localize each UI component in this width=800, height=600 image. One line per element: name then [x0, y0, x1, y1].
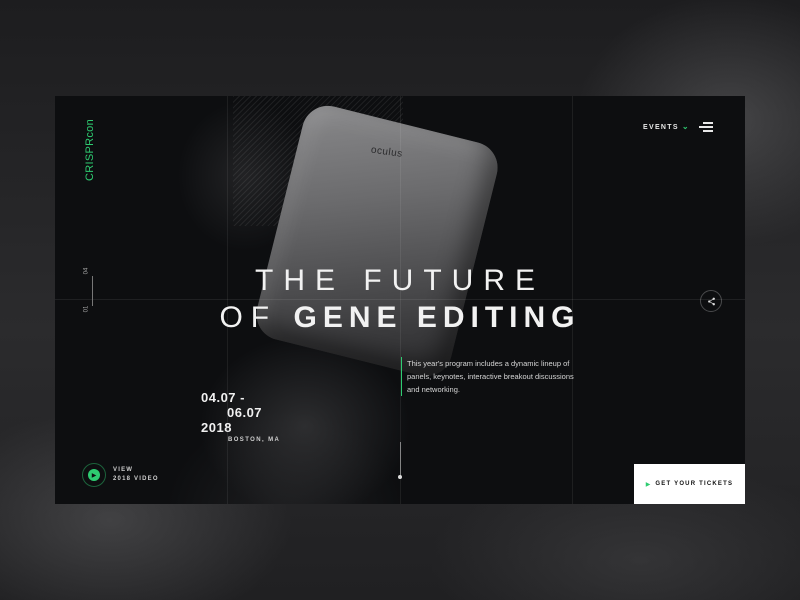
- play-icon: ▶: [88, 469, 100, 481]
- date-year: 2018: [201, 420, 232, 435]
- program-description: This year's program includes a dynamic l…: [401, 357, 587, 396]
- logo-sub-text: con: [84, 118, 97, 138]
- video-label-line2: 2018 VIDEO: [113, 476, 159, 482]
- hero-headline-line2: OF GENE EDITING: [55, 301, 745, 335]
- event-dates: 04.07 - 06.07 2018: [201, 390, 262, 435]
- logo-main-text: CRISPR: [84, 137, 97, 182]
- chevron-down-icon: ⌄: [681, 122, 690, 131]
- events-dropdown[interactable]: EVENTS ⌄: [643, 122, 690, 131]
- scroll-indicator: [400, 442, 401, 476]
- arrow-right-icon: ▶: [645, 481, 651, 488]
- headset-brand-text: oculus: [370, 144, 404, 160]
- date-end: 06.07: [227, 405, 263, 420]
- event-location: BOSTON, MA: [228, 437, 281, 443]
- grid-line: [55, 299, 745, 300]
- hamburger-menu-icon[interactable]: [699, 122, 713, 132]
- get-tickets-button[interactable]: ▶ GET YOUR TICKETS: [634, 464, 745, 504]
- hero-headline-of: OF: [219, 301, 278, 334]
- play-video-button[interactable]: ▶: [82, 463, 106, 487]
- scroll-indicator-dot: [398, 475, 402, 479]
- video-label-line1: VIEW: [113, 467, 134, 473]
- events-label: EVENTS: [643, 124, 679, 131]
- get-tickets-label: GET YOUR TICKETS: [655, 481, 734, 487]
- hero-headline-gene-editing: GENE EDITING: [293, 301, 581, 334]
- brand-logo[interactable]: CRISPRcon: [79, 119, 101, 184]
- hero-headline-line1: THE FUTURE: [255, 264, 545, 297]
- grid-line: [572, 96, 573, 504]
- view-video-link[interactable]: VIEW 2018 VIDEO: [113, 466, 159, 484]
- hero-card: oculus CRISPRcon 01 04 EVENTS ⌄ THE FUTUR…: [55, 96, 745, 504]
- date-start: 04.07 -: [201, 390, 245, 405]
